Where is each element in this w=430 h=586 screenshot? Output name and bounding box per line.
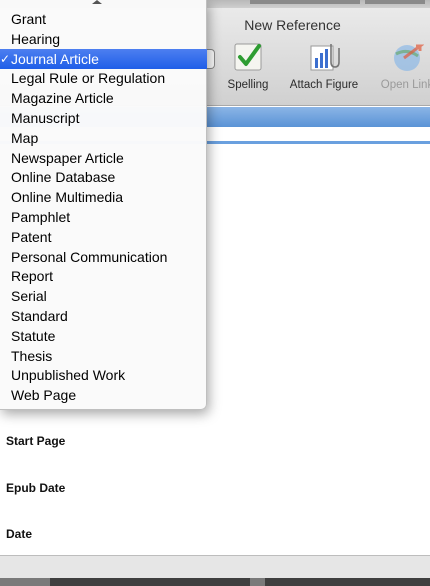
menu-item-label: Grant: [11, 11, 47, 27]
menu-item-label: Web Page: [11, 387, 77, 404]
menu-item-label: Standard: [11, 308, 68, 324]
menu-item-label: Legal Rule or Regulation: [11, 70, 166, 87]
checkmark-icon: ✓: [0, 51, 11, 66]
menu-item-label: Unpublished Work: [11, 367, 126, 384]
bar-chart-paperclip-icon: [307, 40, 341, 74]
menu-item[interactable]: Hearing: [0, 29, 207, 49]
menu-item[interactable]: ✓ Journal Article: [0, 48, 207, 69]
scroll-up-arrow-icon[interactable]: [92, 0, 102, 4]
dock-segment: [265, 578, 430, 586]
menu-item[interactable]: Online Multimedia: [0, 187, 207, 207]
menu-item-label: Magazine Article: [11, 90, 114, 107]
menu-item[interactable]: Pamphlet: [0, 207, 207, 227]
dock-segment: [50, 578, 250, 586]
menu-item[interactable]: Newspaper Article: [0, 148, 207, 168]
menu-item-label: Hearing: [11, 30, 61, 47]
menu-item-label: Online Multimedia: [11, 189, 124, 206]
menu-item-label: Journal Article: [11, 50, 99, 67]
menu-item[interactable]: Statute: [0, 326, 207, 346]
menu-item-label: Patent: [11, 228, 52, 245]
menu-item[interactable]: Magazine Article: [0, 88, 207, 108]
menu-item-label: Manuscript: [11, 110, 80, 126]
start-page-label: Start Page: [6, 434, 66, 448]
dock-strip: [0, 578, 430, 586]
reference-window: New Reference Spelling Attach Figure Ope…: [0, 0, 430, 586]
menu-item[interactable]: Map: [0, 128, 207, 148]
status-bar: [0, 555, 430, 578]
top-strip-segment: [250, 0, 360, 4]
menu-item[interactable]: Legal Rule or Regulation: [0, 68, 207, 88]
date-label: Date: [6, 527, 33, 541]
menu-item[interactable]: Unpublished Work: [0, 365, 207, 385]
menu-item[interactable]: Patent: [0, 227, 207, 247]
menu-item[interactable]: Web Page: [0, 385, 207, 405]
menu-item[interactable]: Serial: [0, 286, 207, 306]
spelling-label: Spelling: [227, 79, 269, 91]
menu-item[interactable]: Manuscript: [0, 108, 207, 128]
menu-item[interactable]: Personal Communication: [0, 247, 207, 267]
menu-item-label: Thesis: [11, 347, 53, 364]
attach-figure-button[interactable]: Attach Figure: [282, 40, 366, 91]
attach-figure-label: Attach Figure: [289, 79, 359, 91]
menu-item[interactable]: Grant: [0, 9, 207, 29]
menu-item-label: Statute: [11, 327, 56, 344]
menu-item-label: Newspaper Article: [11, 149, 124, 166]
menu-item[interactable]: Thesis: [0, 346, 207, 366]
menu-item[interactable]: Online Database: [0, 167, 207, 187]
spelling-button[interactable]: Spelling: [222, 40, 274, 91]
top-strip-segment: [365, 0, 425, 4]
window-title: New Reference: [244, 17, 341, 33]
menu-item-label: Pamphlet: [11, 209, 71, 225]
menu-item-label: Serial: [11, 288, 47, 305]
open-link-button[interactable]: Open Link: [372, 40, 430, 91]
epub-date-label: Epub Date: [6, 481, 66, 495]
reference-type-menu[interactable]: Grant Hearing ✓ Journal Article Legal Rule o…: [0, 0, 207, 410]
menu-item-label: Map: [11, 129, 39, 146]
spelling-check-icon: [231, 40, 265, 74]
menu-item-label: Personal Communication: [11, 248, 168, 265]
menu-item[interactable]: Standard: [0, 306, 207, 326]
menu-item-label: Online Database: [11, 169, 116, 186]
menu-item[interactable]: Report: [0, 266, 207, 286]
open-link-label: Open Link: [380, 79, 430, 91]
globe-arrow-icon: [390, 40, 425, 74]
menu-item-label: Report: [11, 268, 54, 285]
